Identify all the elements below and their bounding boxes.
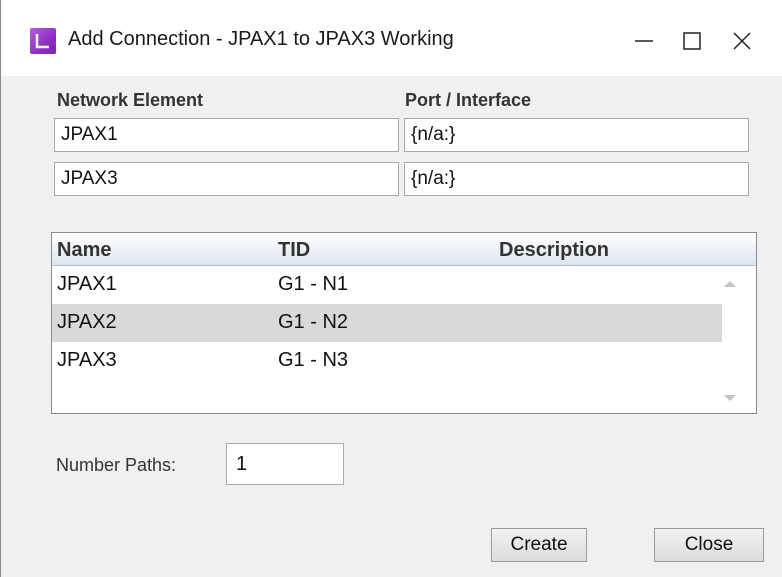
number-paths-input[interactable]: 1 <box>226 443 344 485</box>
cell-tid: G1 - N3 <box>278 349 349 371</box>
network-element-field-1[interactable]: JPAX1 <box>54 118 399 152</box>
scroll-down-arrow-icon[interactable] <box>724 395 736 401</box>
cell-name: JPAX3 <box>57 349 117 371</box>
column-header-tid[interactable]: TID <box>278 239 310 262</box>
network-element-field-2[interactable]: JPAX3 <box>54 162 399 196</box>
close-button[interactable]: Close <box>654 528 764 562</box>
minimize-button[interactable] <box>621 22 667 60</box>
port-interface-field-1[interactable]: {n/a:} <box>404 118 749 152</box>
number-paths-label: Number Paths: <box>56 455 177 475</box>
table-row[interactable]: JPAX3 G1 - N3 <box>52 342 722 380</box>
minimize-icon <box>635 40 653 42</box>
cell-name: JPAX2 <box>57 311 117 333</box>
cell-tid: G1 - N1 <box>278 273 349 295</box>
network-element-header: Network Element <box>57 90 204 110</box>
title-bar[interactable]: Add Connection - JPAX1 to JPAX3 Working <box>1 0 782 76</box>
column-header-name[interactable]: Name <box>57 239 111 262</box>
close-icon <box>733 32 751 50</box>
close-window-button[interactable] <box>717 22 763 60</box>
app-icon <box>30 28 56 54</box>
create-button[interactable]: Create <box>491 528 587 562</box>
table-row[interactable]: JPAX2 G1 - N2 <box>52 304 722 342</box>
window-title: Add Connection - JPAX1 to JPAX3 Working <box>68 28 454 50</box>
port-interface-header: Port / Interface <box>405 90 532 110</box>
scroll-up-arrow-icon[interactable] <box>724 281 736 287</box>
cell-tid: G1 - N2 <box>278 311 349 333</box>
table-header: Name TID Description <box>52 233 756 266</box>
add-connection-dialog: Add Connection - JPAX1 to JPAX3 Working … <box>0 0 782 577</box>
cell-name: JPAX1 <box>57 273 117 295</box>
port-interface-field-2[interactable]: {n/a:} <box>404 162 749 196</box>
column-header-description[interactable]: Description <box>499 239 609 262</box>
table-row[interactable]: JPAX1 G1 - N1 <box>52 266 722 304</box>
network-element-table[interactable]: Name TID Description JPAX1 G1 - N1 JPAX2… <box>51 232 757 414</box>
maximize-icon <box>683 32 701 50</box>
maximize-button[interactable] <box>669 22 715 60</box>
